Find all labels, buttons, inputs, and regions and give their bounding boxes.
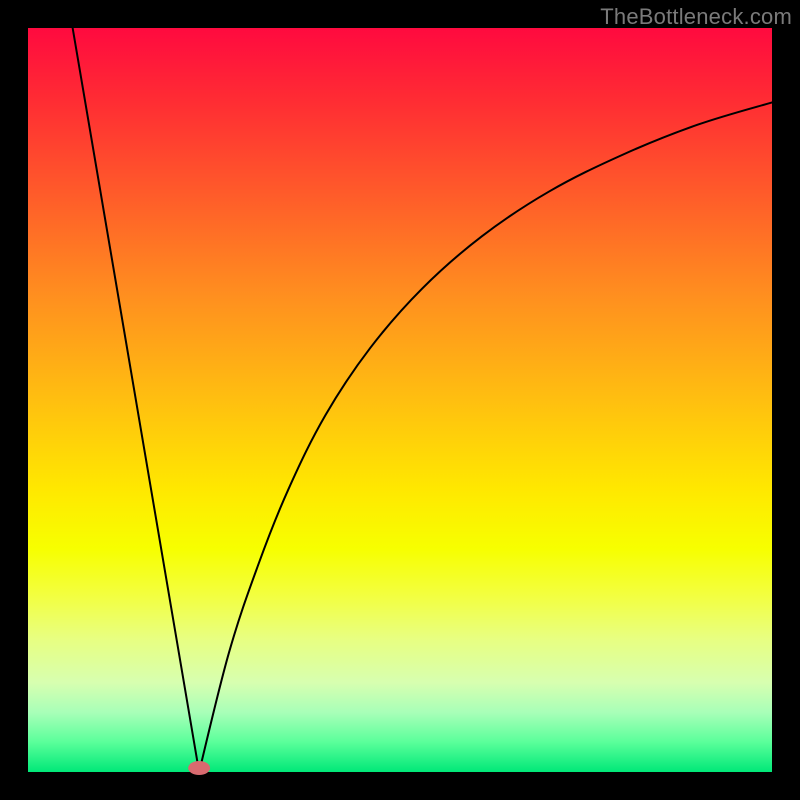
chart-container: TheBottleneck.com — [0, 0, 800, 800]
curve-svg — [28, 28, 772, 772]
dip-marker — [188, 761, 210, 775]
attribution-label: TheBottleneck.com — [600, 4, 792, 30]
left-slope-line — [73, 28, 199, 772]
plot-area — [28, 28, 772, 772]
right-curve-line — [199, 102, 772, 772]
